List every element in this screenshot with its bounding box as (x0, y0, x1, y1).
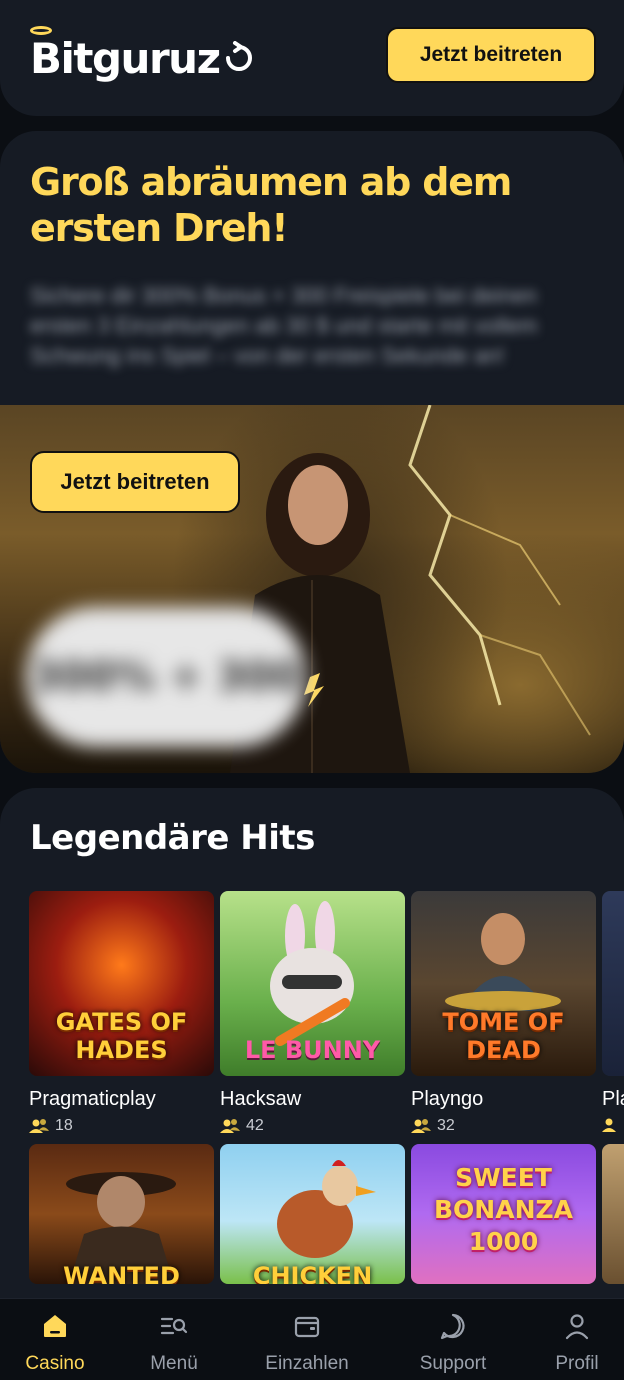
game-card[interactable] (602, 1144, 624, 1284)
game-title: TOME OF DEAD (442, 1008, 565, 1064)
game-card[interactable]: GATES OF HADES Pragmaticplay 18 (29, 891, 214, 1135)
arrow-icon (225, 41, 252, 71)
game-thumbnail[interactable]: LE BUNNY (220, 891, 405, 1076)
players-icon (29, 1119, 49, 1133)
game-thumbnail[interactable]: TOME OF DEAD (411, 891, 596, 1076)
nav-item-support[interactable]: Support (398, 1299, 508, 1380)
nav-item-deposit[interactable]: Einzahlen (252, 1299, 362, 1380)
legendary-hits-section: Legendäre Hits GATES OF HADES Pragmaticp… (0, 788, 624, 1380)
game-card[interactable]: LE BUNNY Hacksaw 42 (220, 891, 405, 1135)
header-join-button[interactable]: Jetzt beitreten (386, 27, 596, 83)
provider-name: Pla (602, 1088, 624, 1110)
home-icon (44, 1315, 66, 1337)
game-thumbnail[interactable]: CHICKEN (220, 1144, 405, 1284)
halo-icon (30, 26, 52, 35)
hero-join-button[interactable]: Jetzt beitreten (30, 451, 240, 513)
game-title: GATES OF HADES (55, 1008, 188, 1064)
players-icon (411, 1119, 431, 1133)
game-card[interactable]: CHICKEN (220, 1144, 405, 1284)
players-icon (220, 1119, 240, 1133)
game-thumbnail[interactable] (602, 891, 624, 1076)
nav-item-menu[interactable]: Menü (119, 1299, 229, 1380)
game-title: WANTED (63, 1262, 180, 1284)
section-title: Legendäre Hits (30, 818, 315, 858)
bitguruz-logo[interactable]: Bitguruz (30, 26, 256, 88)
game-title: SWEET BONANZA 1000 (434, 1163, 573, 1256)
game-thumbnail[interactable]: SWEET BONANZA 1000 (411, 1144, 596, 1284)
game-thumbnail[interactable]: GATES OF HADES (29, 891, 214, 1076)
game-title: LE BUNNY (244, 1036, 381, 1064)
user-icon (565, 1314, 589, 1340)
bonus-badge: 300% + 300 (26, 607, 306, 747)
provider-name: Hacksaw (220, 1088, 302, 1110)
game-card[interactable]: SWEET BONANZA 1000 (411, 1144, 596, 1284)
hero-description: Sichere dir 300% Bonus + 300 Freispiele … (30, 283, 538, 368)
top-header: Bitguruz Jetzt beitreten (0, 0, 624, 116)
game-card[interactable]: TOME OF DEAD Playngo 32 (411, 891, 596, 1135)
menu-search-icon (160, 1317, 188, 1335)
players-icon (602, 1118, 616, 1132)
hero-banner: Groß abräumen ab dem ersten Dreh! Sicher… (0, 131, 624, 773)
player-count: 32 (411, 1117, 596, 1135)
game-card[interactable]: WANTED (29, 1144, 214, 1284)
hero-title: Groß abräumen ab dem ersten Dreh! (30, 160, 512, 250)
game-card[interactable]: Pla (602, 891, 624, 1133)
player-count: 42 (220, 1117, 405, 1135)
game-thumbnail[interactable]: WANTED (29, 1144, 214, 1284)
nav-item-profile[interactable]: Profil (522, 1299, 624, 1380)
chat-icon (440, 1313, 465, 1340)
bottom-navigation: Casino Menü Einzahlen Support Profil (0, 1298, 624, 1380)
logo-text: Bitguruz (30, 33, 221, 83)
player-count (602, 1117, 624, 1133)
provider-name: Pragmaticplay (29, 1088, 156, 1110)
player-count: 18 (29, 1117, 214, 1135)
wallet-icon (294, 1316, 320, 1338)
game-thumbnail[interactable] (602, 1144, 624, 1284)
game-title: CHICKEN (252, 1262, 373, 1284)
nav-item-casino[interactable]: Casino (0, 1299, 110, 1380)
provider-name: Playngo (411, 1088, 484, 1110)
